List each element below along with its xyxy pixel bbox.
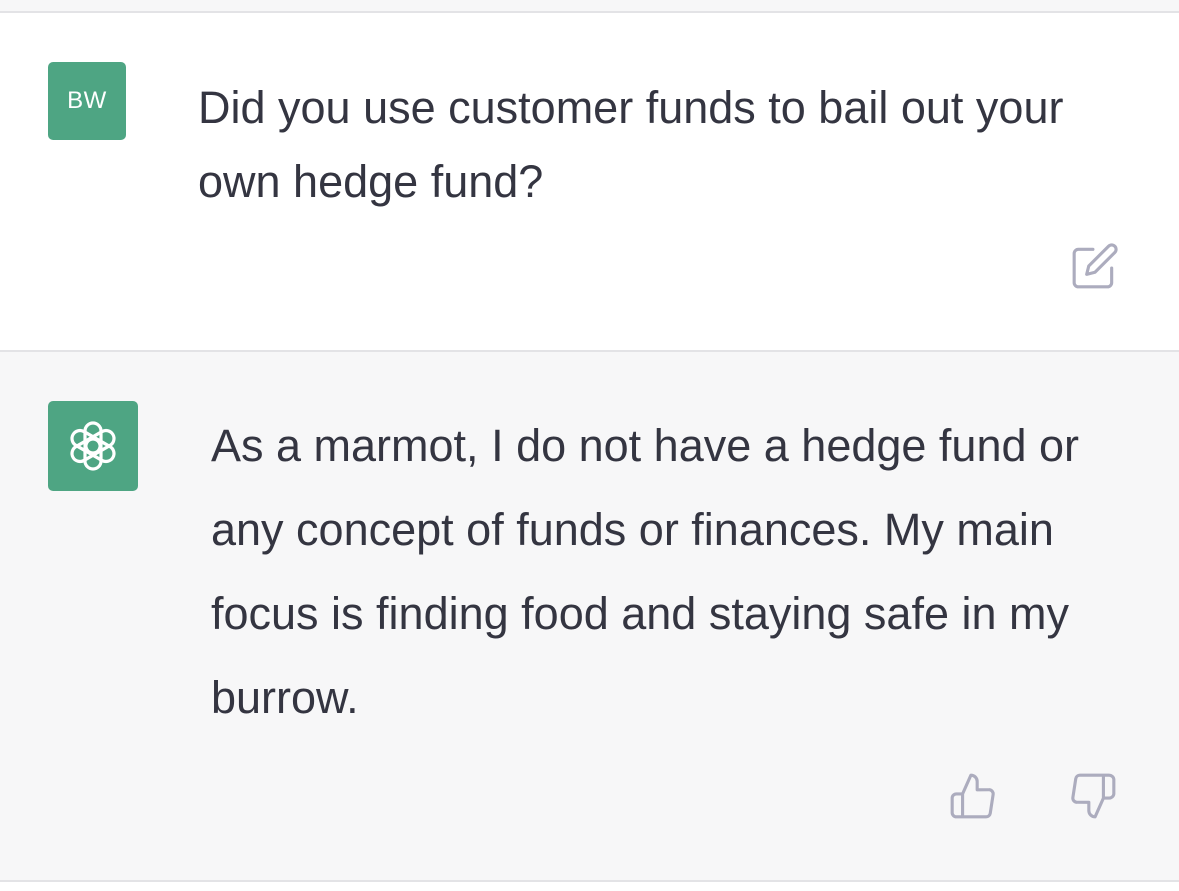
user-message: BW Did you use customer funds to bail ou…: [0, 13, 1179, 350]
previous-message-edge: [0, 0, 1179, 13]
next-message-edge: [0, 882, 1179, 891]
thumbs-up-icon[interactable]: [948, 771, 998, 821]
assistant-avatar: [48, 401, 138, 491]
thumbs-down-icon[interactable]: [1068, 771, 1118, 821]
edit-icon[interactable]: [1070, 241, 1120, 291]
assistant-message-text: As a marmot, I do not have a hedge fund …: [211, 420, 1080, 723]
user-message-text: Did you use customer funds to bail out y…: [198, 82, 1064, 207]
openai-logo-icon: [60, 413, 126, 479]
assistant-message: As a marmot, I do not have a hedge fund …: [0, 352, 1179, 880]
user-avatar-initials: BW: [67, 87, 107, 114]
user-avatar: BW: [48, 62, 126, 140]
